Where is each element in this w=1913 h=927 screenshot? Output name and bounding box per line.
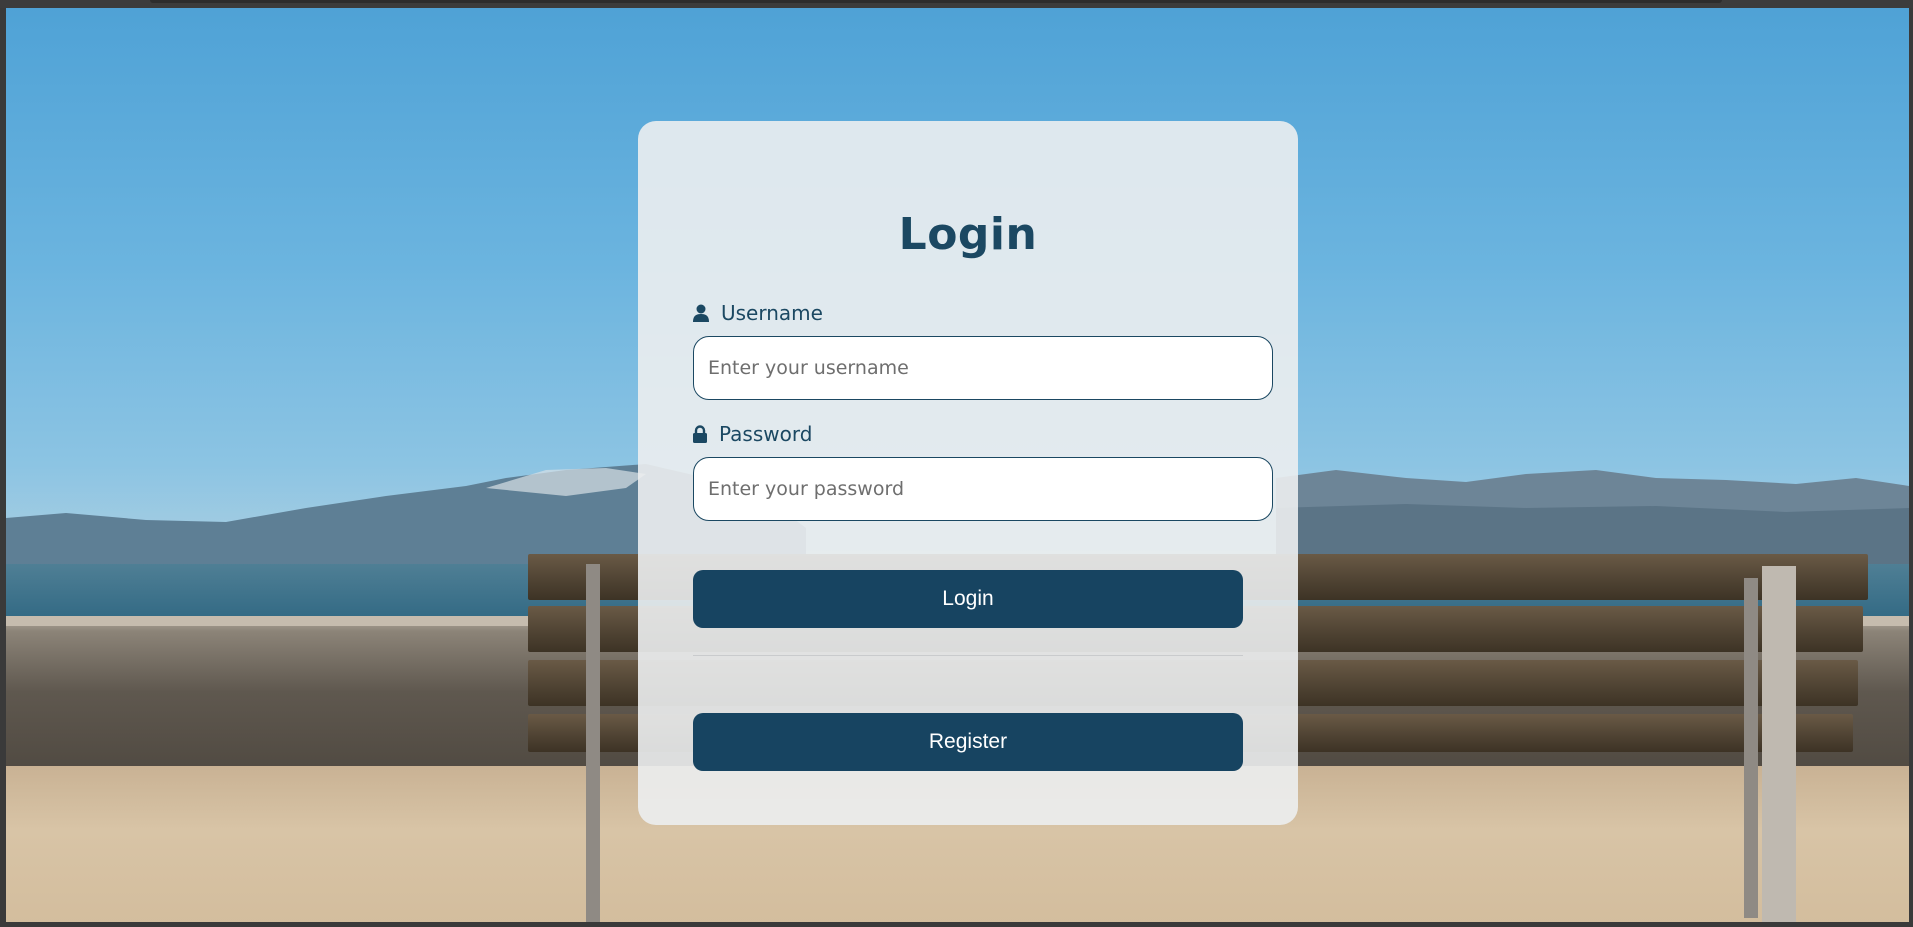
divider bbox=[693, 655, 1243, 656]
password-label: Password bbox=[693, 422, 812, 446]
lock-icon bbox=[693, 425, 707, 443]
window-right-edge bbox=[1909, 8, 1913, 922]
bench-frame-post bbox=[1744, 578, 1758, 918]
login-button[interactable]: Login bbox=[693, 570, 1243, 628]
page-viewport: Login Username Password Login Re bbox=[6, 8, 1909, 922]
bench-frame-post bbox=[586, 564, 600, 922]
username-label: Username bbox=[693, 301, 823, 325]
browser-top-strip bbox=[0, 0, 1913, 8]
login-card: Login Username Password Login Re bbox=[638, 121, 1298, 825]
password-label-text: Password bbox=[719, 422, 813, 446]
username-input[interactable] bbox=[693, 336, 1273, 400]
register-button[interactable]: Register bbox=[693, 713, 1243, 771]
username-label-text: Username bbox=[721, 301, 823, 325]
browser-tab-bar bbox=[150, 0, 1722, 3]
password-input[interactable] bbox=[693, 457, 1273, 521]
user-icon bbox=[693, 304, 709, 322]
page-title: Login bbox=[898, 209, 1038, 260]
bench-side-panel bbox=[1762, 566, 1796, 922]
